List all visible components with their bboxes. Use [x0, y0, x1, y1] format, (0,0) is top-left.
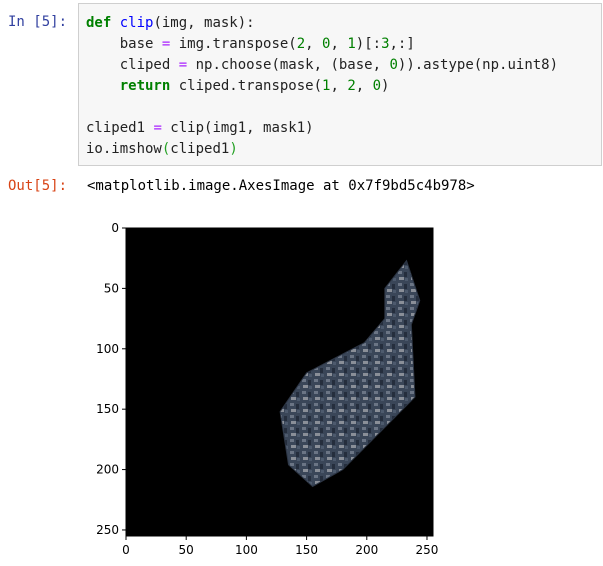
- code-token: cliped1: [170, 141, 230, 157]
- output-prompt: Out[5]:: [8, 178, 68, 194]
- code-token: np.choose(mask, (base,: [187, 57, 390, 73]
- x-tick-label: 200: [355, 543, 378, 557]
- code-token: 0: [372, 78, 382, 94]
- code-token: (img, mask):: [153, 15, 255, 31]
- x-axis: 0 50 100 150 200 250: [122, 536, 438, 557]
- y-tick-label: 250: [96, 523, 119, 537]
- x-tick-label: 100: [235, 543, 258, 557]
- code-text[interactable]: def clip(img, mask): base = img.transpos…: [86, 13, 558, 160]
- code-token: ): [381, 78, 390, 94]
- y-tick-label: 50: [104, 281, 119, 295]
- code-token: )[:: [355, 36, 382, 52]
- code-token: ): [229, 141, 238, 157]
- code-token: 0: [389, 57, 398, 73]
- code-token: ,:]: [389, 36, 415, 52]
- code-token: ,: [330, 78, 348, 94]
- code-token: io.imshow: [86, 141, 162, 157]
- code-line: cliped = np.choose(mask, (base, 0)).asty…: [86, 55, 558, 76]
- code-token: 2: [296, 36, 306, 52]
- code-token: cliped: [86, 57, 179, 73]
- code-token: ,: [330, 36, 348, 52]
- code-cell-editor[interactable]: def clip(img, mask): base = img.transpos…: [78, 3, 602, 166]
- code-token: =: [153, 120, 162, 136]
- x-tick-label: 50: [179, 543, 194, 557]
- image-plot-svg: 0 50 100 150 200 250 0 50 100 150 200 250: [96, 221, 438, 557]
- code-line: cliped1 = clip(img1, mask1): [86, 118, 558, 139]
- code-token: cliped.transpose(: [170, 78, 323, 94]
- code-token: ,: [305, 36, 323, 52]
- output-repr-text: <matplotlib.image.AxesImage at 0x7f9bd5c…: [87, 178, 475, 194]
- code-token: return: [119, 78, 171, 94]
- x-tick-label: 150: [295, 543, 318, 557]
- y-tick-label: 150: [96, 402, 119, 416]
- code-token: 2: [347, 78, 356, 94]
- code-token: base: [86, 36, 162, 52]
- y-tick-label: 200: [96, 463, 119, 477]
- code-line: def clip(img, mask):: [86, 13, 558, 34]
- image-plot: 0 50 100 150 200 250 0 50 100 150 200 250: [85, 210, 455, 562]
- code-line: base = img.transpose(2, 0, 1)[:3,:]: [86, 34, 558, 55]
- code-token: 1: [347, 36, 356, 52]
- code-token: clip(img1, mask1): [161, 120, 314, 136]
- y-tick-label: 0: [111, 221, 119, 235]
- code-line: return cliped.transpose(1, 2, 0): [86, 76, 558, 97]
- y-tick-label: 100: [96, 342, 119, 356]
- code-token: 3: [381, 36, 390, 52]
- code-token: ,: [355, 78, 373, 94]
- code-token: img.transpose(: [170, 36, 297, 52]
- x-tick-label: 0: [122, 543, 130, 557]
- code-token: =: [178, 57, 188, 73]
- code-token: def: [86, 15, 112, 31]
- y-axis: 0 50 100 150 200 250: [96, 221, 126, 537]
- input-prompt: In [5]:: [8, 14, 68, 30]
- code-token: )).astype(np.uint8): [397, 57, 559, 73]
- code-line: io.imshow(cliped1): [86, 139, 558, 160]
- code-token: cliped1: [86, 120, 154, 136]
- code-token: clip: [119, 15, 154, 31]
- x-tick-label: 250: [416, 543, 439, 557]
